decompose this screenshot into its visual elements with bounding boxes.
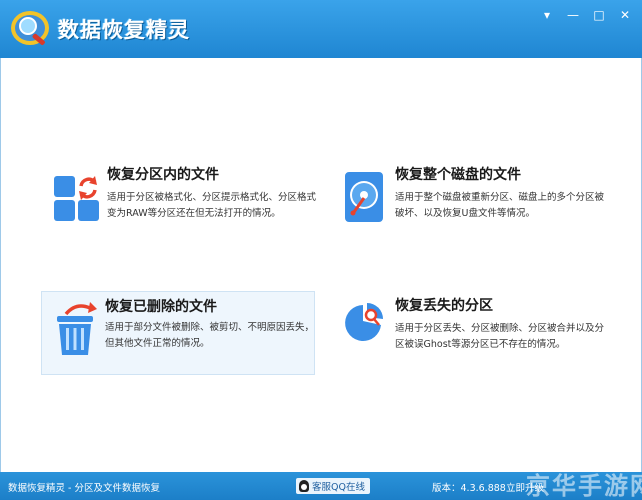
main-panel: 恢复分区内的文件 适用于分区被格式化、分区提示格式化、分区格式变为RAW等分区还… — [0, 58, 642, 472]
card-title: 恢复分区内的文件 — [107, 167, 219, 183]
card-recover-partition-files[interactable]: 恢复分区内的文件 适用于分区被格式化、分区提示格式化、分区格式变为RAW等分区还… — [43, 164, 317, 248]
card-description: 适用于整个磁盘被重新分区、磁盘上的多个分区被破坏、以及恢复U盘文件等情况。 — [395, 192, 605, 219]
qq-icon — [299, 480, 309, 492]
card-title: 恢复整个磁盘的文件 — [395, 167, 521, 183]
maximize-button[interactable]: □ — [590, 6, 608, 24]
qq-support-button[interactable]: 客服QQ在线 — [296, 478, 370, 494]
recycle-bin-icon — [57, 302, 97, 355]
close-button[interactable]: ✕ — [616, 6, 634, 24]
card-description: 适用于部分文件被删除、被剪切、不明原因丢失，但其他文件正常的情况。 — [105, 322, 315, 349]
version-text: 版本：4.3.6.888 — [432, 483, 506, 494]
partition-recover-icon — [54, 176, 99, 221]
app-title: 数据恢复精灵 — [58, 18, 190, 42]
watermark: 京华手游网 — [526, 472, 642, 500]
status-app-text: 数据恢复精灵 - 分区及文件数据恢复 — [8, 483, 160, 494]
pie-search-icon — [345, 303, 383, 341]
card-description: 适用于分区丢失、分区被删除、分区被合并以及分区被误Ghost等源分区已不存在的情… — [395, 323, 605, 350]
card-title: 恢复丢失的分区 — [395, 298, 493, 314]
card-recover-disk-files[interactable]: 恢复整个磁盘的文件 适用于整个磁盘被重新分区、磁盘上的多个分区被破坏、以及恢复U… — [331, 164, 605, 248]
card-title: 恢复已删除的文件 — [105, 299, 217, 315]
card-recover-lost-partition[interactable]: 恢复丢失的分区 适用于分区丢失、分区被删除、分区被合并以及分区被误Ghost等源… — [331, 295, 605, 379]
disk-icon — [345, 172, 383, 222]
card-recover-deleted-files[interactable]: 恢复已删除的文件 适用于部分文件被删除、被剪切、不明原因丢失，但其他文件正常的情… — [41, 291, 315, 375]
card-description: 适用于分区被格式化、分区提示格式化、分区格式变为RAW等分区还在但无法打开的情况… — [107, 192, 317, 219]
qq-support-label: 客服QQ在线 — [312, 482, 365, 493]
minimize-button[interactable]: — — [564, 6, 582, 24]
menu-dropdown-icon[interactable]: ▾ — [538, 6, 556, 24]
app-logo-icon — [11, 11, 49, 46]
title-bar: 数据恢复精灵 ▾ — □ ✕ — [0, 0, 642, 58]
